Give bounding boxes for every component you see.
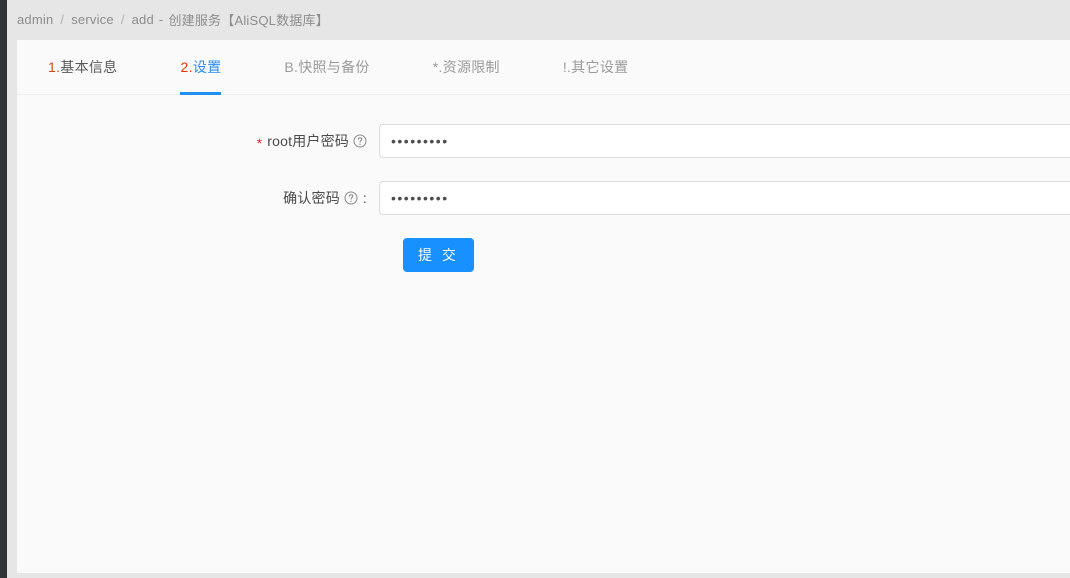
form-row-root-password: * root用户密码 bbox=[17, 124, 1070, 158]
tab-number: B. bbox=[284, 59, 299, 75]
breadcrumb-item-service[interactable]: service bbox=[71, 12, 114, 27]
label-root-password: * root用户密码 bbox=[17, 131, 379, 151]
breadcrumb-dash: - bbox=[158, 11, 164, 27]
top-bar: admin / service / add - 创建服务【AliSQL数据库】 bbox=[0, 0, 1070, 38]
control-confirm-password bbox=[379, 181, 1070, 215]
content-card: 1.基本信息 2.设置 B.快照与备份 *.资源限制 !.其它设置 * root… bbox=[17, 40, 1070, 573]
label-confirm-password: 确认密码 : bbox=[17, 188, 379, 208]
tab-number: !. bbox=[562, 59, 572, 75]
tab-label: 资源限制 bbox=[442, 59, 500, 75]
breadcrumb-page-title: 创建服务【AliSQL数据库】 bbox=[168, 12, 329, 28]
tab-list: 1.基本信息 2.设置 B.快照与备份 *.资源限制 !.其它设置 bbox=[48, 40, 629, 95]
sidebar-rail bbox=[0, 0, 7, 578]
app-root: admin / service / add - 创建服务【AliSQL数据库】 … bbox=[0, 0, 1070, 578]
tab-label: 快照与备份 bbox=[298, 59, 370, 75]
tab-bar: 1.基本信息 2.设置 B.快照与备份 *.资源限制 !.其它设置 bbox=[17, 40, 1070, 95]
question-circle-icon[interactable] bbox=[353, 134, 367, 148]
tab-number: *. bbox=[432, 59, 443, 75]
form-row-confirm-password: 确认密码 : bbox=[17, 181, 1070, 215]
tab-label: 基本信息 bbox=[60, 59, 118, 75]
submit-button[interactable]: 提 交 bbox=[403, 238, 474, 272]
tab-number: 1. bbox=[48, 59, 61, 75]
label-colon: : bbox=[362, 190, 367, 206]
breadcrumb-item-admin[interactable]: admin bbox=[17, 12, 53, 27]
tab-other-settings[interactable]: !.其它设置 bbox=[563, 40, 629, 94]
form-actions: 提 交 bbox=[17, 238, 1070, 272]
tab-settings[interactable]: 2.设置 bbox=[180, 40, 222, 95]
settings-form: * root用户密码 确认密码: 提 交 bbox=[17, 95, 1070, 272]
tab-label: 其它设置 bbox=[571, 59, 629, 75]
label-text: root用户密码 bbox=[267, 133, 349, 149]
breadcrumb-separator: / bbox=[60, 11, 65, 27]
question-circle-icon[interactable] bbox=[344, 191, 358, 205]
tab-label: 设置 bbox=[192, 59, 222, 75]
confirm-password-input[interactable] bbox=[379, 181, 1070, 215]
control-root-password bbox=[379, 124, 1070, 158]
breadcrumb: admin / service / add - 创建服务【AliSQL数据库】 bbox=[17, 0, 329, 38]
tab-snapshot-backup[interactable]: B.快照与备份 bbox=[284, 40, 369, 94]
breadcrumb-item-add[interactable]: add bbox=[132, 12, 154, 27]
tab-number: 2. bbox=[180, 59, 193, 75]
root-password-input[interactable] bbox=[379, 124, 1070, 158]
required-asterisk: * bbox=[256, 135, 263, 151]
tab-resource-limit[interactable]: *.资源限制 bbox=[433, 40, 500, 94]
breadcrumb-separator: / bbox=[120, 11, 125, 27]
tab-basic-info[interactable]: 1.基本信息 bbox=[48, 40, 117, 94]
label-text: 确认密码 bbox=[283, 190, 340, 206]
